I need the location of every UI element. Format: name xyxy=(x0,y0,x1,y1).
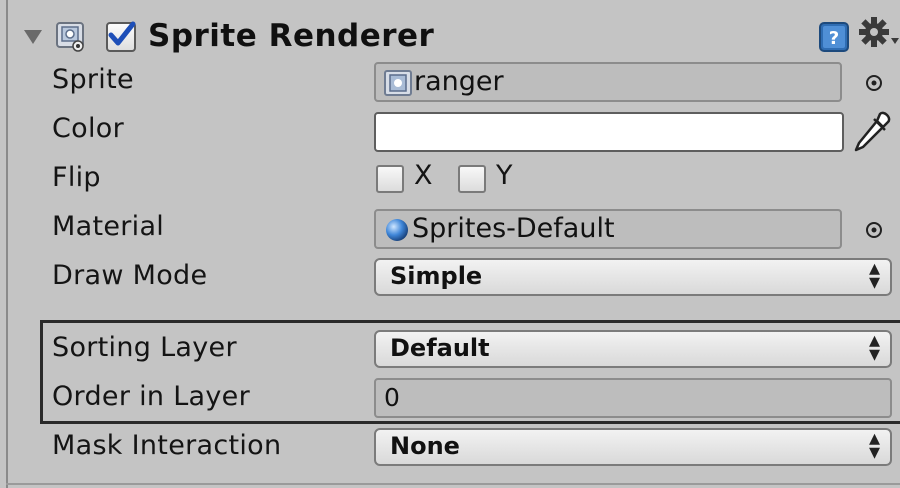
color-field[interactable] xyxy=(374,112,844,152)
mask-interaction-label: Mask Interaction xyxy=(52,430,282,461)
draw-mode-value: Simple xyxy=(390,262,483,290)
draw-mode-label: Draw Mode xyxy=(52,260,208,291)
check-icon xyxy=(108,21,136,46)
component-enabled-checkbox[interactable] xyxy=(106,21,136,52)
panel-bottom-border xyxy=(6,483,900,485)
dropdown-arrows-icon: ▴ ▾ xyxy=(868,426,880,465)
sprite-field[interactable]: ranger xyxy=(374,62,842,102)
component-header: Sprite Renderer ? xyxy=(0,0,900,62)
flip-y-label: Y xyxy=(496,160,513,191)
flip-y-checkbox[interactable] xyxy=(458,165,486,193)
sorting-layer-dropdown[interactable]: Default ▴ ▾ xyxy=(374,330,892,368)
sorting-layer-label: Sorting Layer xyxy=(52,332,237,363)
flip-label: Flip xyxy=(52,162,101,193)
dropdown-arrows-icon: ▴ ▾ xyxy=(868,256,880,295)
dropdown-arrows-icon: ▴ ▾ xyxy=(868,328,880,367)
help-icon[interactable]: ? xyxy=(819,22,849,52)
svg-text:?: ? xyxy=(829,28,839,49)
material-value: Sprites-Default xyxy=(412,213,615,244)
component-title: Sprite Renderer xyxy=(148,18,435,54)
sorting-layer-value: Default xyxy=(390,334,490,362)
flip-x-label: X xyxy=(414,160,433,191)
eyedropper-icon[interactable] xyxy=(850,110,894,154)
sprite-renderer-inspector: Sprite Renderer ? Sprite ranger Color Fl… xyxy=(0,0,900,488)
mask-interaction-dropdown[interactable]: None ▴ ▾ xyxy=(374,428,892,466)
panel-left-border xyxy=(6,0,8,488)
object-picker-icon[interactable] xyxy=(864,73,884,93)
material-field[interactable]: Sprites-Default xyxy=(374,209,842,249)
order-in-layer-label: Order in Layer xyxy=(52,381,250,412)
object-picker-icon[interactable] xyxy=(864,220,884,240)
draw-mode-dropdown[interactable]: Simple ▴ ▾ xyxy=(374,258,892,296)
mask-interaction-value: None xyxy=(390,432,460,460)
flip-x-checkbox[interactable] xyxy=(376,165,404,193)
fold-arrow-icon[interactable] xyxy=(24,30,42,44)
sprite-label: Sprite xyxy=(52,64,134,95)
sprite-value: ranger xyxy=(414,66,504,97)
material-sphere-icon xyxy=(386,218,408,241)
order-in-layer-input[interactable]: 0 xyxy=(374,378,892,418)
gear-icon[interactable] xyxy=(858,16,900,52)
sprite-renderer-icon xyxy=(56,22,84,52)
sprite-asset-icon xyxy=(384,69,412,96)
color-label: Color xyxy=(52,113,124,144)
material-label: Material xyxy=(52,211,165,242)
